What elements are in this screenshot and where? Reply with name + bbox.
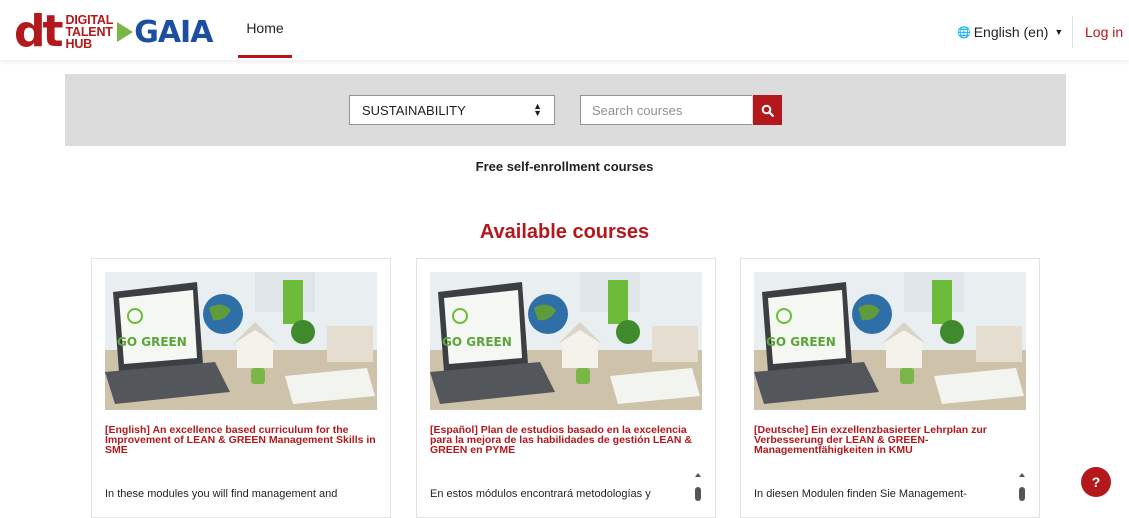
search-button[interactable] [753, 95, 782, 125]
help-button[interactable]: ? [1081, 467, 1111, 497]
scrollbar-thumb[interactable] [695, 487, 701, 501]
logo-arrow-icon [117, 22, 134, 42]
nav-home-link[interactable]: Home [238, 0, 292, 58]
top-navbar: dt DIGITAL TALENT HUB GAIA Home 🌐 Englis… [0, 0, 1129, 60]
search-icon [761, 104, 774, 117]
logo-wordmark: DIGITAL TALENT HUB [65, 14, 114, 51]
course-image: GO GREEN [430, 272, 702, 410]
scroll-up-icon [695, 473, 701, 477]
course-description: En estos módulos encontrará metodologías… [430, 488, 651, 500]
course-search-band: SUSTAINABILITY ▲ ▼ Search courses [65, 74, 1066, 146]
category-select[interactable]: SUSTAINABILITY ▲ ▼ [349, 95, 555, 125]
logo-gaia: GAIA [134, 14, 213, 50]
site-logo[interactable]: dt DIGITAL TALENT HUB GAIA [14, 6, 213, 57]
scrollbar-thumb[interactable] [1019, 487, 1025, 501]
scroll-up-icon [1019, 473, 1025, 477]
description-scrollbar[interactable] [693, 473, 703, 513]
course-image: GO GREEN [105, 272, 377, 410]
course-description: In these modules you will find managemen… [105, 488, 338, 500]
language-menu[interactable]: 🌐 English (en) ▼ [957, 24, 1063, 40]
login-link[interactable]: Log in [1085, 24, 1123, 40]
course-image-text: GO GREEN [117, 335, 187, 349]
course-image: GO GREEN [754, 272, 1026, 410]
category-select-value: SUSTAINABILITY [362, 102, 466, 118]
course-title[interactable]: [Español] Plan de estudios basado en la … [430, 425, 704, 456]
language-label: English (en) [973, 24, 1049, 40]
logo-dt-mark: dt [14, 6, 64, 57]
course-card[interactable]: GO GREEN [Deutsche] Ein exzellenzbasiert… [740, 258, 1040, 518]
course-title[interactable]: [Deutsche] Ein exzellenzbasierter Lehrpl… [754, 425, 1028, 456]
search-input[interactable]: Search courses [580, 95, 752, 125]
nav-divider [1072, 16, 1073, 48]
course-image-text: GO GREEN [766, 335, 836, 349]
course-card[interactable]: GO GREEN [Español] Plan de estudios basa… [416, 258, 716, 518]
logo-line-hub: HUB [65, 37, 93, 51]
description-scrollbar[interactable] [1017, 473, 1027, 513]
course-image-text: GO GREEN [442, 335, 512, 349]
course-title[interactable]: [English] An excellence based curriculum… [105, 425, 379, 456]
available-courses-heading: Available courses [479, 221, 650, 243]
select-arrows-icon: ▲ ▼ [533, 101, 542, 118]
course-description: In diesen Modulen finden Sie Management- [754, 488, 967, 500]
chevron-down-icon: ▼ [1054, 27, 1064, 37]
section-title: Free self-enrollment courses [475, 159, 654, 174]
course-card[interactable]: GO GREEN [English] An excellence based c… [91, 258, 391, 518]
language-icon: 🌐 [957, 26, 971, 39]
